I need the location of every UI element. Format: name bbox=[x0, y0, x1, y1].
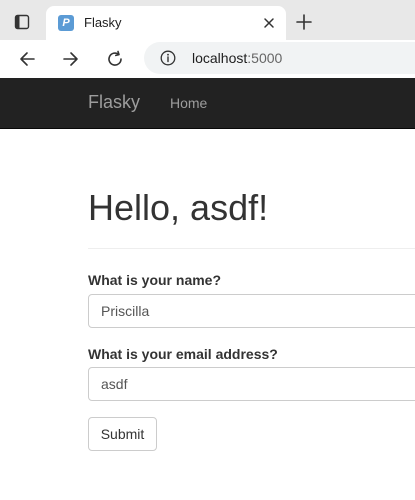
name-input[interactable] bbox=[88, 294, 415, 328]
browser-tab-strip: P Flasky bbox=[0, 0, 415, 40]
arrow-left-icon[interactable] bbox=[12, 44, 42, 74]
info-icon[interactable] bbox=[160, 50, 176, 66]
submit-button[interactable]: Submit bbox=[88, 417, 157, 451]
flask-favicon-icon: P bbox=[58, 15, 74, 31]
url-host: localhost bbox=[192, 50, 248, 66]
navbar-brand[interactable]: Flasky bbox=[88, 92, 140, 113]
page-title: Hello, asdf! bbox=[88, 187, 269, 228]
name-label: What is your name? bbox=[88, 272, 222, 288]
browser-tab-flasky[interactable]: P Flasky bbox=[46, 6, 286, 40]
tab-title: Flasky bbox=[84, 15, 122, 30]
arrow-right-icon-svg bbox=[63, 52, 78, 66]
url-port: :5000 bbox=[247, 50, 283, 66]
close-icon-svg bbox=[264, 18, 274, 28]
address-bar[interactable]: localhost:5000 bbox=[144, 42, 415, 74]
reload-icon-svg bbox=[108, 50, 122, 66]
email-label: What is your email address? bbox=[88, 346, 278, 362]
email-input[interactable] bbox=[88, 367, 415, 401]
reload-icon[interactable] bbox=[100, 44, 130, 74]
browser-toolbar: localhost:5000 bbox=[0, 40, 415, 78]
arrow-left-icon-svg bbox=[20, 52, 35, 66]
plus-icon-svg bbox=[296, 14, 312, 30]
nav-link-home[interactable]: Home bbox=[170, 95, 207, 111]
window-icon[interactable] bbox=[8, 10, 36, 34]
url-text: localhost:5000 bbox=[192, 50, 282, 66]
plus-icon[interactable] bbox=[292, 10, 316, 34]
close-icon[interactable] bbox=[260, 14, 278, 32]
window-icon-svg bbox=[14, 14, 30, 30]
arrow-right-icon[interactable] bbox=[56, 44, 86, 74]
page-header-divider bbox=[88, 248, 415, 249]
site-navbar: Flasky Home bbox=[0, 78, 415, 129]
